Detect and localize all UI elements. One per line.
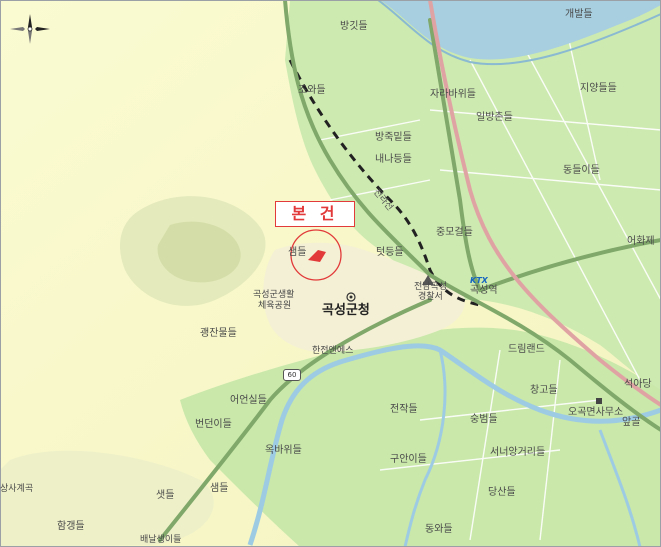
place-label[interactable]: 오곡면사무소 [568, 408, 623, 418]
place-label: 드림랜드 [508, 344, 545, 355]
place-label: 전남곡성 [414, 282, 448, 292]
place-label: 샘들 [288, 247, 307, 258]
place-label: 샘들 [210, 483, 229, 494]
place-label: 전작들 [390, 404, 418, 415]
place-label: 자라바위들 [430, 89, 476, 100]
place-label: 동와들 [425, 524, 453, 535]
place-label: 어언실들 [230, 395, 267, 406]
place-label: 앞골 [622, 417, 641, 428]
place-label: 체육공원 [258, 301, 292, 311]
place-label: 곡성군생활 [253, 290, 295, 300]
place-label: 중모걸들 [436, 227, 473, 238]
compass-icon [10, 14, 50, 44]
place-label: 상사계곡 [0, 484, 34, 494]
place-label: 동들이들 [563, 165, 600, 176]
city-hall-icon-dot [349, 295, 353, 299]
place-label: 서너앙거리들 [490, 447, 546, 458]
place-label: 일방촌들 [476, 112, 513, 123]
ktx-badge: KTX [470, 276, 488, 285]
place-label: 당산들 [488, 487, 516, 498]
place-label: 내나등들 [375, 154, 412, 165]
place-label: 텃등들 [376, 247, 404, 258]
route-shield: 60 [283, 369, 301, 381]
place-label: 괭잔물들 [200, 328, 237, 339]
map-view[interactable]: 본 건 60 KTX 곡성군청 방깃들 개발들 조와들 자라바위들 지양들들 일… [0, 0, 661, 547]
place-label: 구안이들 [390, 454, 427, 465]
place-label: 방죽밑들 [375, 132, 412, 143]
subject-property-callout: 본 건 [275, 201, 355, 227]
place-label: 석아당 [624, 379, 652, 390]
map-base [0, 0, 661, 547]
place-label: 곡성역 [470, 285, 498, 296]
place-label: 어화제 [627, 236, 655, 247]
office-icon [596, 398, 602, 404]
city-hall-label[interactable]: 곡성군청 [322, 304, 370, 317]
place-label: 창고들 [530, 385, 558, 396]
place-label: 숭범들 [470, 414, 498, 425]
place-label: 옥바위들 [265, 445, 302, 456]
place-label: 샛들 [156, 490, 175, 501]
place-label: 조와들 [298, 85, 326, 96]
place-label: 번던이들 [195, 419, 232, 430]
place-label: 함갱들 [57, 521, 85, 532]
place-label: 한전앤에스 [312, 346, 354, 356]
place-label: 개발들 [565, 9, 593, 20]
place-label: 지양들들 [580, 83, 617, 94]
place-label: 배날생이들 [140, 535, 182, 545]
place-label: 경찰서 [418, 292, 443, 302]
place-label: 방깃들 [340, 21, 368, 32]
